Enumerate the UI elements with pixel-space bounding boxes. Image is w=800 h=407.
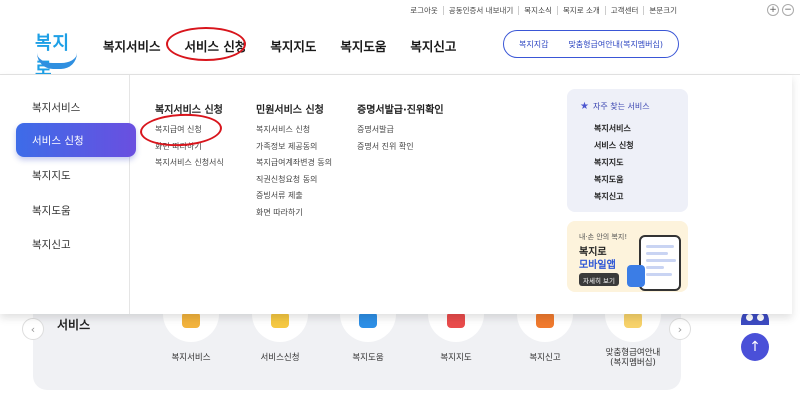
- sidebar-item-welfare-services[interactable]: 복지서비스: [32, 100, 80, 115]
- nav-welfare-report[interactable]: 복지신고: [410, 36, 456, 55]
- highlight-circle-nav: [166, 27, 246, 61]
- nav-welfare-help[interactable]: 복지도움: [340, 36, 386, 55]
- customer-center-link[interactable]: 고객센터: [604, 6, 644, 15]
- menu-link-apply-forms[interactable]: 복지서비스 신청서식: [155, 157, 224, 174]
- favorite-link-welfare-help[interactable]: 복지도움: [594, 174, 623, 185]
- phone-illustration-icon: [639, 235, 681, 291]
- star-icon: ★: [580, 101, 589, 112]
- menu-column-certificates: 증명서발급·진위확인 증명서발급 증명서 진위 확인: [357, 101, 444, 157]
- menu-link-cert-verify[interactable]: 증명서 진위 확인: [357, 141, 444, 158]
- membership-button[interactable]: 맞춤형급여안내(복지멤버십): [568, 39, 663, 50]
- column-heading: 증명서발급·진위확인: [357, 105, 444, 116]
- site-logo[interactable]: 복지로: [31, 29, 83, 80]
- sidebar-item-welfare-map[interactable]: 복지지도: [32, 168, 71, 183]
- header-pill-buttons: 복지지갑 맞춤형급여안내(복지멤버십): [503, 30, 679, 58]
- welfare-news-link[interactable]: 복지소식: [518, 6, 557, 15]
- favorite-link-welfare-map[interactable]: 복지지도: [594, 157, 623, 168]
- menu-link-service-apply[interactable]: 복지서비스 신청: [256, 124, 332, 141]
- favorites-heading: ★ 자주 찾는 서비스: [580, 101, 650, 112]
- column-heading: 민원서비스 신청: [256, 105, 324, 116]
- prev-arrow-button[interactable]: ‹: [22, 318, 44, 340]
- menu-link-cert-issue[interactable]: 증명서발급: [357, 124, 444, 141]
- favorite-link-welfare-services[interactable]: 복지서비스: [594, 123, 631, 134]
- main-nav: 복지서비스 서비스 신청 복지지도 복지도움 복지신고: [103, 36, 480, 55]
- sidebar-item-welfare-report[interactable]: 복지신고: [32, 237, 71, 252]
- menu-link-account-change[interactable]: 복지급여계좌변경 동의: [256, 157, 332, 174]
- small-phone-icon: [627, 265, 645, 287]
- cert-export-link[interactable]: 공동인증서 내보내기: [442, 6, 518, 15]
- nav-welfare-map[interactable]: 복지지도: [270, 36, 316, 55]
- favorite-link-service-apply[interactable]: 서비스 신청: [594, 140, 634, 151]
- services-title: 서비스: [57, 318, 91, 332]
- menu-link-submit-docs[interactable]: 증빙서류 제출: [256, 190, 332, 207]
- logout-link[interactable]: 로그아웃: [405, 6, 443, 15]
- service-label: 복지신고: [529, 353, 561, 363]
- scroll-top-button[interactable]: ↑: [741, 333, 769, 361]
- page: 로그아웃 공동인증서 내보내기 복지소식 복지로 소개 고객센터 본문크기 + …: [0, 0, 800, 407]
- menu-link-family-consent[interactable]: 가족정보 제공동의: [256, 141, 332, 158]
- zoom-in-button[interactable]: +: [767, 4, 779, 16]
- sidebar-item-welfare-help[interactable]: 복지도움: [32, 203, 71, 218]
- app-banner-subtitle: 내·손 안의 복지!: [579, 233, 628, 241]
- service-label: 맞춤형급여안내 (복지멤버십): [605, 348, 661, 368]
- favorite-link-welfare-report[interactable]: 복지신고: [594, 191, 623, 202]
- mega-sidebar: 복지서비스 서비스 신청 복지지도 복지도움 복지신고: [0, 75, 136, 314]
- favorites-box: ★ 자주 찾는 서비스 복지서비스 서비스 신청 복지지도 복지도움 복지신고: [567, 89, 688, 212]
- menu-link-follow-screen-2[interactable]: 화면 따라하기: [256, 207, 332, 224]
- app-details-button[interactable]: 자세히 보기: [579, 273, 619, 286]
- service-label: 복지지도: [440, 353, 472, 363]
- text-size-label: 본문크기: [643, 6, 682, 15]
- service-label: 복지도움: [352, 353, 384, 363]
- sidebar-item-service-apply[interactable]: 서비스 신청: [16, 123, 136, 157]
- service-label: 서비스신청: [260, 353, 300, 363]
- favorites-heading-text: 자주 찾는 서비스: [592, 102, 650, 111]
- zoom-out-button[interactable]: −: [782, 4, 794, 16]
- app-banner-title-accent: 모바일앱: [579, 260, 616, 271]
- menu-link-authority-request[interactable]: 직권신청요청 동의: [256, 174, 332, 191]
- next-arrow-button[interactable]: ›: [669, 318, 691, 340]
- wallet-button[interactable]: 복지지갑: [519, 39, 548, 50]
- nav-welfare-services[interactable]: 복지서비스: [103, 36, 161, 55]
- zoom-controls: + −: [767, 4, 794, 16]
- utility-bar: 로그아웃 공동인증서 내보내기 복지소식 복지로 소개 고객센터 본문크기: [405, 6, 682, 15]
- menu-column-civil-apply: 민원서비스 신청 복지서비스 신청 가족정보 제공동의 복지급여계좌변경 동의 …: [256, 101, 332, 223]
- mobile-app-banner[interactable]: 내·손 안의 복지! 복지로 모바일앱 자세히 보기: [567, 221, 688, 292]
- about-link[interactable]: 복지로 소개: [556, 6, 605, 15]
- service-label: 복지서비스: [171, 353, 211, 363]
